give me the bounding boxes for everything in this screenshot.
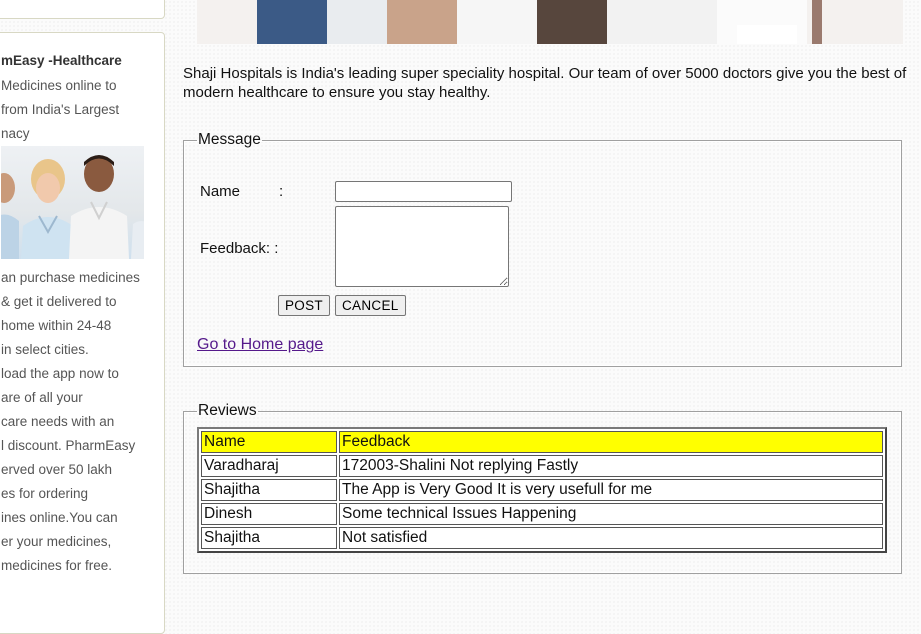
healthcare-staff-image: [1, 146, 144, 259]
ad-text-line: medicines for free.: [1, 558, 113, 573]
ad-title: mEasy -Healthcare: [1, 53, 122, 68]
intro-text: Shaji Hospitals is India's leading super…: [183, 65, 907, 101]
ad-text-line: es for ordering: [1, 486, 89, 501]
header-name: Name: [201, 431, 337, 453]
name-input[interactable]: [335, 181, 512, 202]
table-row: Varadharaj 172003-Shalini Not replying F…: [201, 455, 883, 477]
reviews-legend: Reviews: [198, 402, 257, 419]
ad-text-line: nacy: [1, 126, 30, 141]
cancel-button[interactable]: CANCEL: [335, 295, 406, 316]
review-name: Varadharaj: [201, 455, 337, 477]
ad-text-line: l discount. PharmEasy: [1, 438, 136, 453]
message-legend: Message: [198, 131, 261, 148]
review-feedback: Some technical Issues Happening: [339, 503, 883, 525]
ad-text-line: care needs with an: [1, 414, 115, 429]
review-name: Shajitha: [201, 479, 337, 501]
hospital-staff-banner-image: [197, 0, 903, 44]
ad-text-line: in select cities.: [1, 342, 89, 357]
name-label: Name: [200, 183, 241, 200]
ad-text-line: load the app now to: [1, 366, 119, 381]
review-feedback: 172003-Shalini Not replying Fastly: [339, 455, 883, 477]
review-feedback: Not satisfied: [339, 527, 883, 549]
header-feedback: Feedback: [339, 431, 883, 453]
review-name: Shajitha: [201, 527, 337, 549]
go-to-home-link[interactable]: Go to Home page: [197, 336, 323, 354]
post-button[interactable]: POST: [278, 295, 330, 316]
ad-text-line: er your medicines,: [1, 534, 112, 549]
message-fieldset: Message: [183, 131, 902, 367]
table-row: Shajitha The App is Very Good It is very…: [201, 479, 883, 501]
table-row: Shajitha Not satisfied: [201, 527, 883, 549]
feedback-textarea[interactable]: [335, 206, 509, 287]
ad-text-line: ines online.You can: [1, 510, 118, 525]
ad-text-line: Medicines online to: [1, 78, 117, 93]
reviews-table: Name Feedback Varadharaj 172003-Shalini …: [197, 427, 887, 553]
table-header-row: Name Feedback: [201, 431, 883, 453]
ad-text-line: an purchase medicines: [1, 270, 140, 285]
ad-text-line: erved over 50 lakh: [1, 462, 113, 477]
feedback-label: Feedback: :: [200, 240, 279, 257]
pharmeasy-ad-panel: mEasy -Healthcare Medicines online to fr…: [0, 32, 165, 634]
review-feedback: The App is Very Good It is very usefull …: [339, 479, 883, 501]
name-colon: :: [279, 183, 284, 200]
review-name: Dinesh: [201, 503, 337, 525]
ad-text-line: are of all your: [1, 390, 83, 405]
ad-text-line: & get it delivered to: [1, 294, 117, 309]
ad-text-line: from India's Largest: [1, 102, 120, 117]
ad-text-line: home within 24-48: [1, 318, 112, 333]
sidebar-top-panel: [0, 0, 165, 19]
table-row: Dinesh Some technical Issues Happening: [201, 503, 883, 525]
